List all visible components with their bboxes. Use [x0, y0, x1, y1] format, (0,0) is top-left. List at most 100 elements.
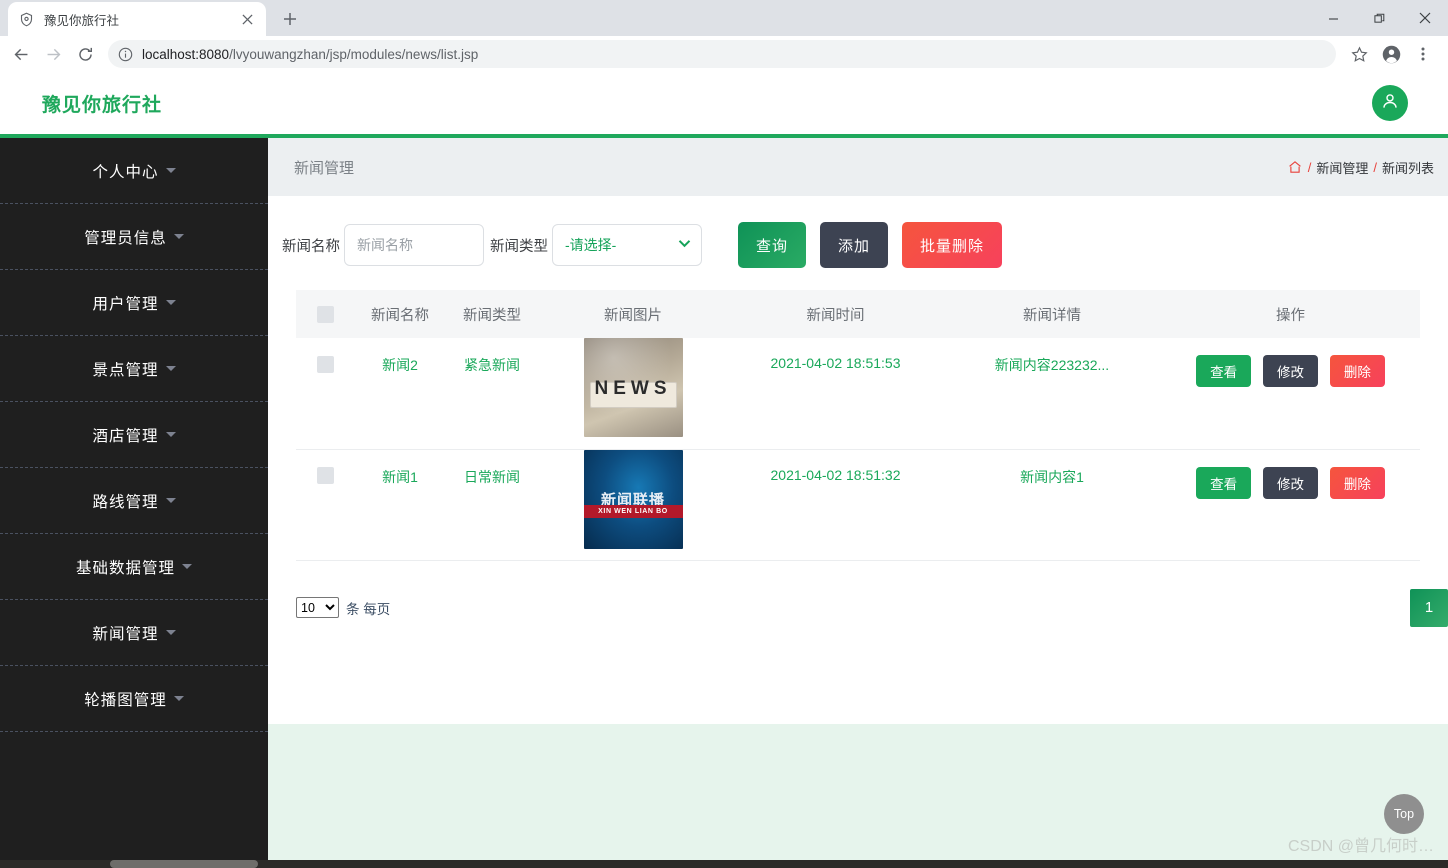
avatar[interactable]	[1372, 85, 1408, 121]
content-panel: 新闻名称 新闻类型 -请选择-日常新闻紧急新闻 查询 添	[268, 196, 1448, 724]
csdn-watermark: CSDN @曾几何时…	[1287, 838, 1434, 855]
page-size-select[interactable]: 102050100	[296, 597, 339, 618]
sidebar-item-label: 新闻管理	[92, 625, 159, 643]
sidebar-item-label: 用户管理	[92, 295, 159, 313]
cell-detail[interactable]: 新闻内容1	[943, 449, 1161, 560]
col-header-operations: 操作	[1276, 307, 1305, 324]
sidebar-item-label: 景点管理	[92, 361, 159, 379]
caret-down-icon	[165, 366, 176, 371]
sidebar-item-user-management[interactable]: 用户管理	[0, 270, 268, 336]
table-body: 新闻2 紧急新闻 2021-04-02 18:51:53 新闻内容223232.…	[296, 338, 1420, 560]
horizontal-scrollbar[interactable]	[0, 860, 1448, 868]
col-header-type: 新闻类型	[463, 307, 521, 324]
breadcrumb-separator: /	[1373, 159, 1377, 175]
pagination-bar: 102050100 条 每页 1	[268, 561, 1448, 639]
caret-down-icon	[165, 432, 176, 437]
edit-button[interactable]: 修改	[1263, 355, 1318, 387]
sidebar-item-attraction-management[interactable]: 景点管理	[0, 336, 268, 402]
breadcrumb-item-news-management[interactable]: 新闻管理	[1316, 158, 1368, 177]
user-icon	[1380, 91, 1400, 116]
home-icon[interactable]	[1288, 160, 1302, 174]
delete-button[interactable]: 删除	[1329, 355, 1385, 387]
close-window-icon[interactable]	[1402, 0, 1448, 36]
add-button[interactable]: 添加	[820, 222, 889, 268]
cell-operations: 查看 修改 删除	[1161, 449, 1420, 560]
row-select-cell	[296, 338, 354, 449]
sidebar-item-label: 个人中心	[92, 163, 159, 181]
breadcrumb: / 新闻管理 / 新闻列表	[1288, 158, 1434, 177]
new-tab-button[interactable]	[276, 5, 304, 33]
account-circle-icon[interactable]	[1376, 39, 1406, 69]
news-name-input[interactable]	[344, 224, 484, 266]
tab-title: 豫见你旅行社	[44, 13, 120, 28]
caret-down-icon	[165, 300, 176, 305]
browser-tab[interactable]: 豫见你旅行社	[8, 2, 266, 36]
page-viewport: 豫见你旅行社 个人中心 管理员信息 用户管理 景点管理 酒店管理 路线管理 基础…	[0, 72, 1448, 860]
query-button[interactable]: 查询	[738, 222, 807, 268]
page-body: 个人中心 管理员信息 用户管理 景点管理 酒店管理 路线管理 基础数据管理 新闻…	[0, 138, 1448, 860]
shield-icon	[18, 11, 35, 28]
select-all-header	[296, 290, 354, 338]
app-header: 豫见你旅行社	[0, 72, 1448, 134]
star-icon[interactable]	[1344, 39, 1374, 69]
cell-image	[538, 338, 728, 449]
sidebar-item-hotel-management[interactable]: 酒店管理	[0, 402, 268, 468]
edit-button[interactable]: 修改	[1263, 466, 1318, 499]
row-checkbox[interactable]	[316, 355, 334, 373]
delete-button[interactable]: 删除	[1329, 466, 1385, 499]
view-button[interactable]: 查看	[1196, 466, 1252, 499]
maximize-icon[interactable]	[1356, 0, 1402, 36]
news-type-select[interactable]: -请选择-日常新闻紧急新闻	[552, 224, 702, 266]
main-content: 新闻管理 / 新闻管理 / 新闻列表 新闻名称 新闻名称 新闻类型 -请选择- …	[268, 138, 1448, 860]
page-title: 新闻管理	[294, 159, 355, 177]
news-table: 新闻名称 新闻类型 新闻图片 新闻时间 新闻详情 操作 新闻2 紧急新闻 NEW…	[296, 290, 1420, 561]
batch-delete-button[interactable]: 批量删除	[902, 222, 1003, 268]
page-size-suffix: 条 每页	[346, 601, 391, 617]
toolbar-actions	[1344, 39, 1442, 69]
sidebar-item-route-management[interactable]: 路线管理	[0, 468, 268, 534]
col-header-detail: 新闻详情	[1023, 307, 1081, 324]
sidebar-item-label: 基础数据管理	[75, 559, 175, 577]
sidebar-item-label: 酒店管理	[92, 427, 159, 445]
cell-operations: 查看 修改 删除	[1161, 338, 1420, 449]
scrollbar-thumb[interactable]	[110, 860, 258, 868]
cell-detail[interactable]: 新闻内容223232...	[943, 338, 1161, 449]
sidebar-item-basic-data-management[interactable]: 基础数据管理	[0, 534, 268, 600]
sidebar-item-carousel-management[interactable]: 轮播图管理	[0, 666, 268, 732]
table-row: 新闻1 日常新闻 新闻联播 XIN WEN LIAN BO 2021-04-02…	[296, 449, 1420, 560]
caret-down-icon	[165, 498, 176, 503]
news-dice-photo[interactable]	[583, 338, 683, 437]
sidebar-item-personal-center[interactable]: 个人中心	[0, 138, 268, 204]
news-name-label: 新闻名称	[282, 238, 340, 255]
browser-window: 豫见你旅行社 localhost:8080/lvyouwangzhan/jsp/…	[0, 0, 1448, 868]
window-controls	[1310, 0, 1448, 36]
cell-type: 日常新闻	[464, 468, 520, 485]
cell-name[interactable]: 新闻1	[354, 449, 446, 560]
row-checkbox[interactable]	[316, 467, 334, 485]
more-vertical-icon[interactable]	[1408, 39, 1438, 69]
cell-time: 2021-04-02 18:51:32	[770, 466, 901, 483]
col-header-time: 新闻时间	[806, 307, 865, 324]
sidebar-item-label: 路线管理	[92, 493, 159, 511]
arrow-left-icon[interactable]	[6, 39, 36, 69]
browser-toolbar: localhost:8080/lvyouwangzhan/jsp/modules…	[0, 36, 1448, 72]
sidebar-item-news-management[interactable]: 新闻管理	[0, 600, 268, 666]
col-header-name: 新闻名称	[371, 307, 429, 324]
cell-name[interactable]: 新闻2	[354, 338, 446, 449]
thumb-title-en: XIN WEN LIAN BO	[598, 507, 668, 515]
address-bar[interactable]: localhost:8080/lvyouwangzhan/jsp/modules…	[108, 40, 1336, 68]
xinwenlianbo-photo[interactable]: 新闻联播 XIN WEN LIAN BO	[583, 449, 683, 549]
scroll-to-top-button[interactable]: Top	[1384, 794, 1424, 834]
info-circle-icon[interactable]	[116, 45, 134, 63]
sidebar-item-label: 轮播图管理	[84, 691, 167, 709]
page-button-1[interactable]: 1	[1410, 588, 1448, 627]
sidebar-item-admin-info[interactable]: 管理员信息	[0, 204, 268, 270]
view-button[interactable]: 查看	[1196, 355, 1252, 387]
news-type-select-wrap: -请选择-日常新闻紧急新闻	[552, 224, 702, 266]
reload-icon[interactable]	[70, 39, 100, 69]
minimize-icon[interactable]	[1310, 0, 1356, 36]
close-icon[interactable]	[239, 11, 256, 28]
app-brand: 豫见你旅行社	[42, 94, 163, 116]
select-all-checkbox[interactable]	[316, 305, 334, 323]
sidebar-item-label: 管理员信息	[84, 229, 167, 247]
